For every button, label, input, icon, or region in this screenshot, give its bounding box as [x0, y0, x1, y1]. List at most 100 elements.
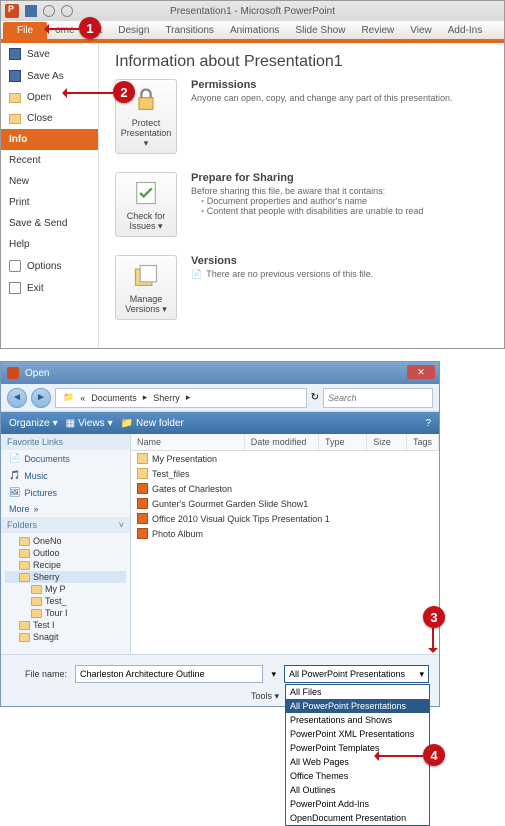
fav-pictures[interactable]: 🖼Pictures [1, 484, 130, 501]
filetype-dropdown[interactable]: All PowerPoint Presentations▾ All Files … [284, 665, 429, 683]
close-dialog-button[interactable]: ✕ [407, 365, 435, 379]
refresh-icon[interactable]: ↻ [311, 392, 319, 403]
nav-new[interactable]: New [1, 171, 98, 192]
file-row[interactable]: My Presentation [131, 451, 439, 466]
col-name[interactable]: Name [131, 434, 245, 450]
breadcrumb[interactable]: 📁 « Documents▸ Sherry▸ [55, 388, 307, 408]
fav-documents[interactable]: 📄Documents [1, 450, 130, 467]
nav-info[interactable]: Info [1, 129, 98, 150]
col-type[interactable]: Type [319, 434, 367, 450]
check-icon [132, 179, 160, 207]
tree-item[interactable]: My P [5, 583, 126, 595]
powerpoint-icon [5, 4, 19, 18]
file-row[interactable]: Photo Album [131, 526, 439, 541]
search-input[interactable] [323, 388, 433, 408]
tree-item[interactable]: Outloo [5, 547, 126, 559]
tools-menu[interactable]: Tools ▾ [251, 691, 279, 702]
tab-slideshow[interactable]: Slide Show [287, 22, 353, 39]
ppt-icon [137, 528, 148, 539]
dd-item[interactable]: PowerPoint XML Presentations [286, 727, 429, 741]
folder-icon [19, 633, 30, 642]
picture-icon: 🖼 [9, 487, 20, 498]
tree-item-selected[interactable]: Sherry [5, 571, 126, 583]
file-row[interactable]: Gunter's Gourmet Garden Slide Show1 [131, 496, 439, 511]
organize-button[interactable]: Organize ▾ [9, 418, 58, 429]
nav-open[interactable]: Open [1, 87, 98, 108]
dialog-footer: File name: ▾ All PowerPoint Presentation… [1, 654, 439, 706]
dd-item[interactable]: OpenDocument Presentation [286, 811, 429, 825]
dd-item[interactable]: Presentations and Shows [286, 713, 429, 727]
folder-icon [19, 549, 30, 558]
dd-item[interactable]: PowerPoint Templates [286, 741, 429, 755]
col-tags[interactable]: Tags [407, 434, 439, 450]
tree-item[interactable]: Tour I [5, 607, 126, 619]
nav-savesend[interactable]: Save & Send [1, 213, 98, 234]
callout-4-arrow [375, 755, 423, 757]
tree-item[interactable]: Test_ [5, 595, 126, 607]
tab-home[interactable]: ome [47, 22, 82, 39]
tab-design[interactable]: Design [110, 22, 157, 39]
nav-print[interactable]: Print [1, 192, 98, 213]
tree-item[interactable]: OneNo [5, 535, 126, 547]
tab-transitions[interactable]: Transitions [157, 22, 222, 39]
col-date[interactable]: Date modified [245, 434, 319, 450]
filename-input[interactable] [75, 665, 263, 683]
nav-save[interactable]: Save [1, 43, 98, 65]
folder-icon [31, 609, 42, 618]
callout-3: 3 [423, 606, 445, 628]
dd-item[interactable]: PowerPoint Add-Ins [286, 797, 429, 811]
callout-2-arrow [63, 92, 113, 94]
callout-1: 1 [79, 17, 101, 39]
callout-4: 4 [423, 744, 445, 766]
dd-item-highlighted[interactable]: All PowerPoint Presentations [286, 699, 429, 713]
folders-header[interactable]: Folders ˅ [1, 517, 130, 533]
file-row[interactable]: Test_files [131, 466, 439, 481]
back-button[interactable]: ◄ [7, 388, 27, 408]
dd-item[interactable]: All Outlines [286, 783, 429, 797]
saveas-icon [9, 70, 21, 82]
backstage-window: Presentation1 - Microsoft PowerPoint Fil… [0, 0, 505, 349]
nav-close[interactable]: Close [1, 108, 98, 129]
help-icon[interactable]: ? [425, 418, 431, 429]
col-size[interactable]: Size [367, 434, 407, 450]
forward-button[interactable]: ► [31, 388, 51, 408]
qat-undo-icon[interactable] [43, 5, 55, 17]
ribbon-tabs: File ome ert Design Transitions Animatio… [1, 21, 504, 43]
exit-icon [9, 282, 21, 294]
tab-view[interactable]: View [402, 22, 440, 39]
nav-options[interactable]: Options [1, 255, 98, 277]
backstage-content: Information about Presentation1 Protect … [99, 43, 504, 348]
nav-recent[interactable]: Recent [1, 150, 98, 171]
file-row[interactable]: Gates of Charleston [131, 481, 439, 496]
info-heading: Information about Presentation1 [115, 53, 488, 71]
nav-saveas[interactable]: Save As [1, 65, 98, 87]
folder-icon [19, 561, 30, 570]
check-issues-button[interactable]: Check for Issues ▾ [115, 172, 177, 237]
permissions-title: Permissions [191, 79, 488, 91]
close-icon [9, 114, 21, 124]
dd-item[interactable]: All Web Pages [286, 755, 429, 769]
open-icon [9, 93, 21, 103]
qat-save-icon[interactable] [25, 5, 37, 17]
newfolder-button[interactable]: 📁 New folder [121, 418, 184, 429]
fav-more[interactable]: More » [1, 501, 130, 517]
ppt-icon [137, 513, 148, 524]
open-dialog: Open ✕ ◄ ► 📁 « Documents▸ Sherry▸ ↻ Orga… [0, 361, 440, 707]
file-row[interactable]: Office 2010 Visual Quick Tips Presentati… [131, 511, 439, 526]
nav-exit[interactable]: Exit [1, 277, 98, 299]
tab-addins[interactable]: Add-Ins [440, 22, 490, 39]
dd-item[interactable]: Office Themes [286, 769, 429, 783]
qat-redo-icon[interactable] [61, 5, 73, 17]
dd-item[interactable]: All Files [286, 685, 429, 699]
fav-music[interactable]: 🎵Music [1, 467, 130, 484]
tree-item[interactable]: Recipe [5, 559, 126, 571]
tab-review[interactable]: Review [353, 22, 402, 39]
tab-animations[interactable]: Animations [222, 22, 287, 39]
views-button[interactable]: ▦ Views ▾ [66, 418, 113, 429]
tree-item[interactable]: Test I [5, 619, 126, 631]
folder-icon [19, 573, 30, 582]
prepare-bullet: Content that people with disabilities ar… [201, 206, 488, 216]
tree-item[interactable]: Snagit [5, 631, 126, 643]
nav-help[interactable]: Help [1, 234, 98, 255]
manage-versions-button[interactable]: Manage Versions ▾ [115, 255, 177, 320]
